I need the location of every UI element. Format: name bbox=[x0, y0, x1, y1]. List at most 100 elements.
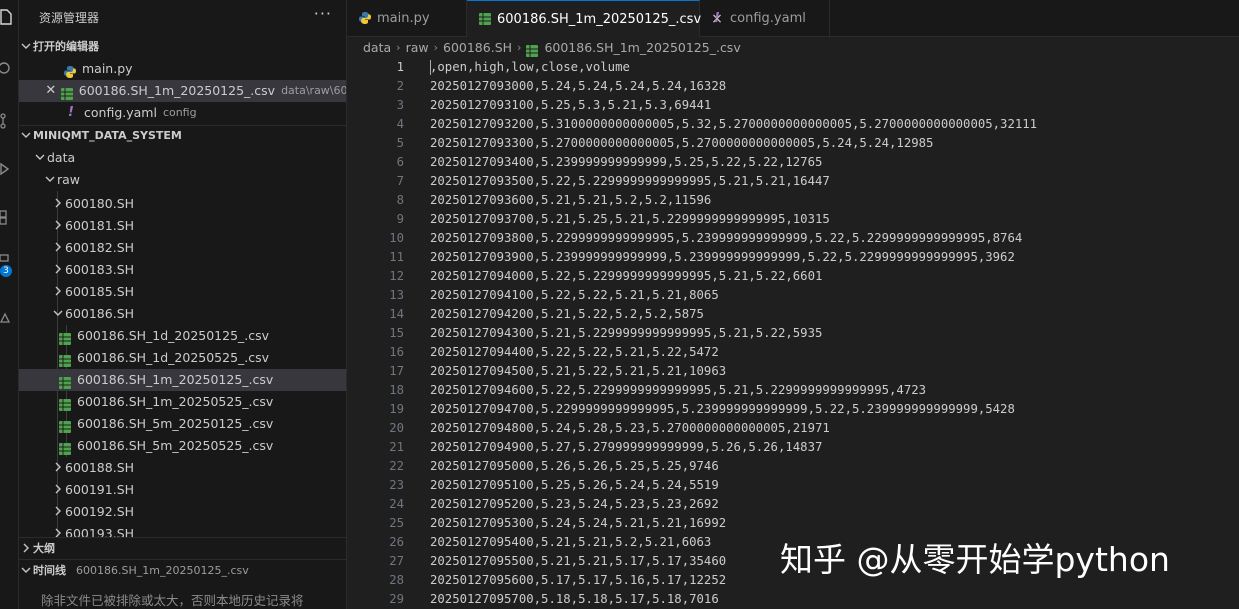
code-text: 20250127093600,5.21,5.21,5.2,5.2,11596 bbox=[430, 193, 712, 207]
search-icon[interactable] bbox=[0, 58, 18, 80]
outline-header[interactable]: 大纲 bbox=[19, 538, 346, 560]
line-number: 17 bbox=[389, 364, 404, 378]
code-line[interactable]: 29 20250127095700,5.18,5.18,5.17,5.18,701… bbox=[347, 590, 1239, 609]
code-line[interactable]: 21 20250127094900,5.27,5.279999999999999,… bbox=[347, 438, 1239, 457]
breadcrumb-item[interactable]: 600186.SH_1m_20250125_.csv bbox=[544, 37, 740, 59]
timeline-header[interactable]: 时间线 600186.SH_1m_20250125_.csv bbox=[19, 560, 346, 582]
code-line[interactable]: 13 20250127094100,5.22,5.22,5.21,5.21,806… bbox=[347, 286, 1239, 305]
folder-raw[interactable]: raw bbox=[19, 169, 346, 191]
file-item[interactable]: 600186.SH_1m_20250525_.csv bbox=[19, 391, 346, 413]
code-line[interactable]: 7 20250127093500,5.22,5.2299999999999995,… bbox=[347, 172, 1239, 191]
open-editor-path: config bbox=[162, 106, 197, 119]
project-header[interactable]: MINIQMT_DATA_SYSTEM bbox=[19, 125, 346, 147]
code-text: 20250127094600,5.22,5.2299999999999995,5… bbox=[430, 383, 927, 397]
code-line[interactable]: 11 20250127093900,5.239999999999999,5.239… bbox=[347, 248, 1239, 267]
chevron-right-icon: › bbox=[433, 41, 438, 54]
chevron-right-icon bbox=[51, 215, 65, 237]
open-editor-path: data\raw\6001... bbox=[281, 84, 347, 97]
code-line[interactable]: 6 20250127093400,5.239999999999999,5.25,5… bbox=[347, 153, 1239, 172]
more-actions-icon[interactable]: ··· bbox=[314, 4, 332, 23]
source-control-icon[interactable] bbox=[0, 110, 18, 132]
close-icon[interactable]: ✕ bbox=[45, 80, 57, 102]
tab-csv-active[interactable]: 600186.SH_1m_20250125_.csv × bbox=[467, 0, 723, 37]
run-debug-icon[interactable] bbox=[0, 158, 18, 180]
code-line[interactable]: 18 20250127094600,5.22,5.2299999999999995… bbox=[347, 381, 1239, 400]
folder-item[interactable]: 600188.SH bbox=[19, 457, 346, 479]
file-item-selected[interactable]: 600186.SH_1m_20250125_.csv bbox=[19, 369, 346, 391]
code-line[interactable]: 5 20250127093300,5.2700000000000005,5.270… bbox=[347, 134, 1239, 153]
open-editor-item[interactable]: ✕ 600186.SH_1m_20250125_.csv data\raw\60… bbox=[19, 80, 347, 102]
code-text: 20250127095600,5.17,5.17,5.16,5.17,12252 bbox=[430, 573, 727, 587]
file-item[interactable]: 600186.SH_5m_20250125_.csv bbox=[19, 413, 346, 435]
code-line[interactable]: 2 20250127093000,5.24,5.24,5.24,5.24,1632… bbox=[347, 77, 1239, 96]
line-number: 16 bbox=[389, 345, 404, 359]
code-text: 20250127094800,5.24,5.28,5.23,5.27000000… bbox=[430, 421, 830, 435]
code-line[interactable]: 8 20250127093600,5.21,5.21,5.2,5.2,11596 bbox=[347, 191, 1239, 210]
breadcrumb-item[interactable]: data bbox=[363, 37, 391, 59]
csv-file-icon bbox=[59, 374, 71, 389]
line-number: 12 bbox=[389, 269, 404, 283]
code-line[interactable]: 9 20250127093700,5.21,5.25,5.21,5.2299999… bbox=[347, 210, 1239, 229]
chevron-right-icon bbox=[51, 523, 65, 537]
file-item[interactable]: 600186.SH_1d_20250125_.csv bbox=[19, 325, 346, 347]
notification-badge: 3 bbox=[0, 265, 12, 277]
line-number: 2 bbox=[396, 79, 404, 93]
file-item[interactable]: 600186.SH_1d_20250525_.csv bbox=[19, 347, 346, 369]
code-line[interactable]: 15 20250127094300,5.21,5.2299999999999995… bbox=[347, 324, 1239, 343]
folder-item[interactable]: 600191.SH bbox=[19, 479, 346, 501]
code-line[interactable]: 20 20250127094800,5.24,5.28,5.23,5.270000… bbox=[347, 419, 1239, 438]
line-number: 6 bbox=[396, 155, 404, 169]
code-line[interactable]: 24 20250127095200,5.23,5.24,5.23,5.23,269… bbox=[347, 495, 1239, 514]
folder-open[interactable]: 600186.SH bbox=[19, 303, 346, 325]
open-editors-header[interactable]: 打开的编辑器 bbox=[19, 36, 346, 58]
code-text: 20250127094200,5.21,5.22,5.2,5.2,5875 bbox=[430, 307, 704, 321]
open-editor-name: config.yaml bbox=[84, 105, 157, 120]
file-item[interactable]: 600186.SH_5m_20250525_.csv bbox=[19, 435, 346, 457]
code-line[interactable]: 3 20250127093100,5.25,5.3,5.21,5.3,69441 bbox=[347, 96, 1239, 115]
csv-file-icon bbox=[59, 418, 71, 433]
open-editor-item[interactable]: main.py bbox=[19, 58, 346, 80]
code-line[interactable]: 16 20250127094400,5.22,5.22,5.21,5.22,547… bbox=[347, 343, 1239, 362]
tab-config-yaml[interactable]: ! config.yaml bbox=[700, 0, 830, 36]
folder-data[interactable]: data bbox=[19, 147, 346, 169]
code-line[interactable]: 23 20250127095100,5.25,5.26,5.24,5.24,551… bbox=[347, 476, 1239, 495]
code-line[interactable]: 19 20250127094700,5.2299999999999995,5.23… bbox=[347, 400, 1239, 419]
code-text: 20250127095300,5.24,5.24,5.21,5.21,16992 bbox=[430, 516, 727, 530]
explorer-sidebar: 资源管理器 ··· 打开的编辑器 main.py ✕ 600186.SH_1m_… bbox=[19, 0, 347, 609]
code-text: ,open,high,low,close,volume bbox=[430, 60, 630, 74]
breadcrumb: data › raw › 600186.SH › 600186.SH_1m_20… bbox=[363, 37, 741, 59]
breadcrumb-item[interactable]: raw bbox=[406, 37, 429, 59]
chevron-right-icon bbox=[51, 259, 65, 281]
code-line[interactable]: 14 20250127094200,5.21,5.22,5.2,5.2,5875 bbox=[347, 305, 1239, 324]
chevron-right-icon bbox=[51, 479, 65, 501]
code-text: 20250127093400,5.239999999999999,5.25,5.… bbox=[430, 155, 823, 169]
folder-item[interactable]: 600182.SH bbox=[19, 237, 346, 259]
code-line[interactable]: 25 20250127095300,5.24,5.24,5.21,5.21,169… bbox=[347, 514, 1239, 533]
code-text: 20250127094300,5.21,5.2299999999999995,5… bbox=[430, 326, 823, 340]
testing-icon[interactable] bbox=[0, 306, 18, 328]
folder-item[interactable]: 600181.SH bbox=[19, 215, 346, 237]
line-number: 5 bbox=[396, 136, 404, 150]
line-number: 24 bbox=[389, 497, 404, 511]
code-line[interactable]: 10 20250127093800,5.2299999999999995,5.23… bbox=[347, 229, 1239, 248]
explorer-title: 资源管理器 bbox=[39, 11, 100, 25]
line-number: 8 bbox=[396, 193, 404, 207]
code-line[interactable]: 12 20250127094000,5.22,5.2299999999999995… bbox=[347, 267, 1239, 286]
code-line[interactable]: 22 20250127095000,5.26,5.26,5.25,5.25,974… bbox=[347, 457, 1239, 476]
folder-item[interactable]: 600192.SH bbox=[19, 501, 346, 523]
breadcrumb-item[interactable]: 600186.SH bbox=[443, 37, 512, 59]
tab-main-py[interactable]: main.py bbox=[347, 0, 467, 36]
line-number: 19 bbox=[389, 402, 404, 416]
timeline-file: 600186.SH_1m_20250125_.csv bbox=[76, 564, 249, 577]
explorer-icon[interactable] bbox=[0, 6, 18, 28]
code-line[interactable]: 17 20250127094500,5.21,5.22,5.21,5.21,109… bbox=[347, 362, 1239, 381]
open-editor-item[interactable]: ! config.yaml config bbox=[19, 102, 346, 124]
extensions-icon[interactable] bbox=[0, 206, 18, 228]
code-editor[interactable]: 1 ,open,high,low,close,volume 2 20250127093… bbox=[347, 58, 1239, 609]
folder-item[interactable]: 600180.SH bbox=[19, 193, 346, 215]
code-line[interactable]: 1 ,open,high,low,close,volume bbox=[347, 58, 1239, 77]
folder-item[interactable]: 600185.SH bbox=[19, 281, 346, 303]
folder-item[interactable]: 600183.SH bbox=[19, 259, 346, 281]
code-line[interactable]: 4 20250127093200,5.3100000000000005,5.32,… bbox=[347, 115, 1239, 134]
folder-item[interactable]: 600193.SH bbox=[19, 523, 346, 537]
